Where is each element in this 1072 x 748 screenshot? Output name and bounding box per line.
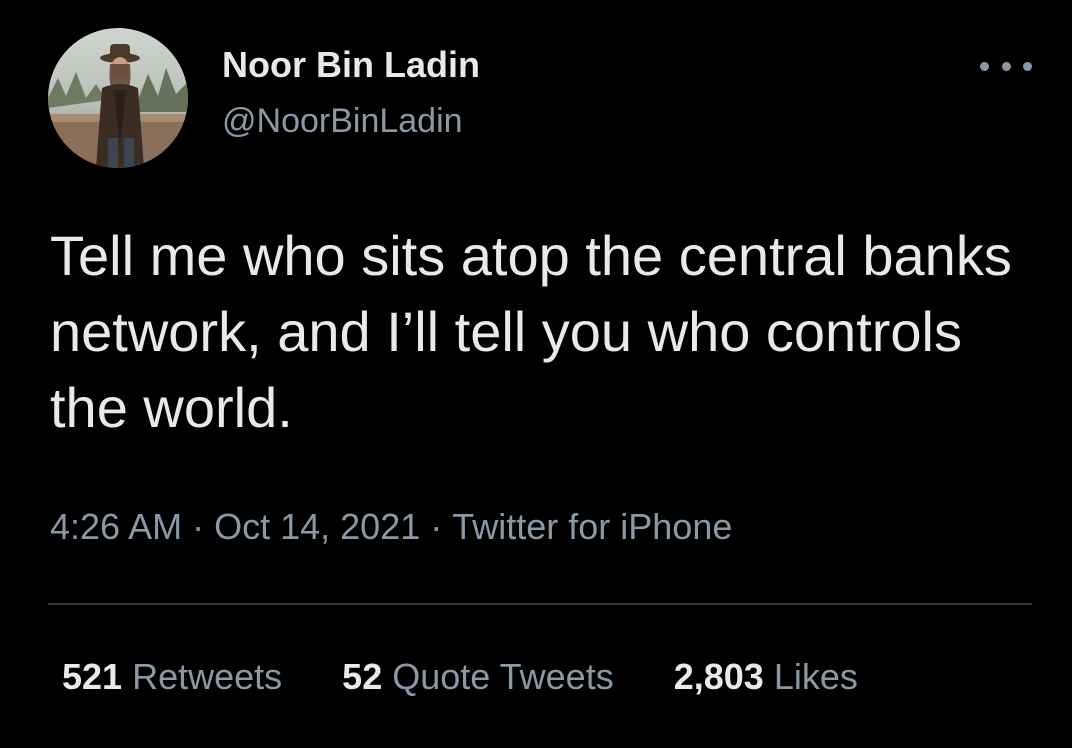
retweets-label: Retweets xyxy=(132,656,283,697)
more-dot xyxy=(1001,61,1011,71)
more-options-icon[interactable] xyxy=(980,54,1032,78)
tweet-text: Tell me who sits atop the central banks … xyxy=(50,224,1012,439)
tweet-stats: 521 Retweets 52 Quote Tweets 2,803 Likes xyxy=(62,656,918,698)
more-dot xyxy=(980,61,989,71)
tweet-meta: 4:26 AM · Oct 14, 2021 · Twitter for iPhone xyxy=(50,506,732,548)
avatar-photo xyxy=(48,28,188,168)
author-display-name[interactable]: Noor Bin Ladin xyxy=(222,44,480,86)
quote-tweets-count: 52 xyxy=(342,656,383,697)
likes-label: Likes xyxy=(773,656,858,697)
quote-tweets-label: Quote Tweets xyxy=(392,656,614,697)
retweets-count: 521 xyxy=(62,656,123,697)
retweets-stat[interactable]: 521 Retweets xyxy=(62,656,282,698)
tweet-date[interactable]: Oct 14, 2021 xyxy=(214,506,420,547)
likes-stat[interactable]: 2,803 Likes xyxy=(674,656,858,698)
divider xyxy=(48,603,1032,605)
meta-separator: · xyxy=(192,506,205,547)
tweet-card: Noor Bin Ladin @NoorBinLadin Tell me who… xyxy=(0,0,1072,748)
likes-count: 2,803 xyxy=(673,656,764,697)
tweet-time[interactable]: 4:26 AM xyxy=(50,506,182,547)
tweet-source[interactable]: Twitter for iPhone xyxy=(452,506,732,547)
meta-separator: · xyxy=(430,506,443,547)
more-dot xyxy=(1023,61,1032,71)
quote-tweets-stat[interactable]: 52 Quote Tweets xyxy=(342,656,614,698)
author-handle[interactable]: @NoorBinLadin xyxy=(222,102,463,141)
avatar[interactable] xyxy=(48,28,188,168)
